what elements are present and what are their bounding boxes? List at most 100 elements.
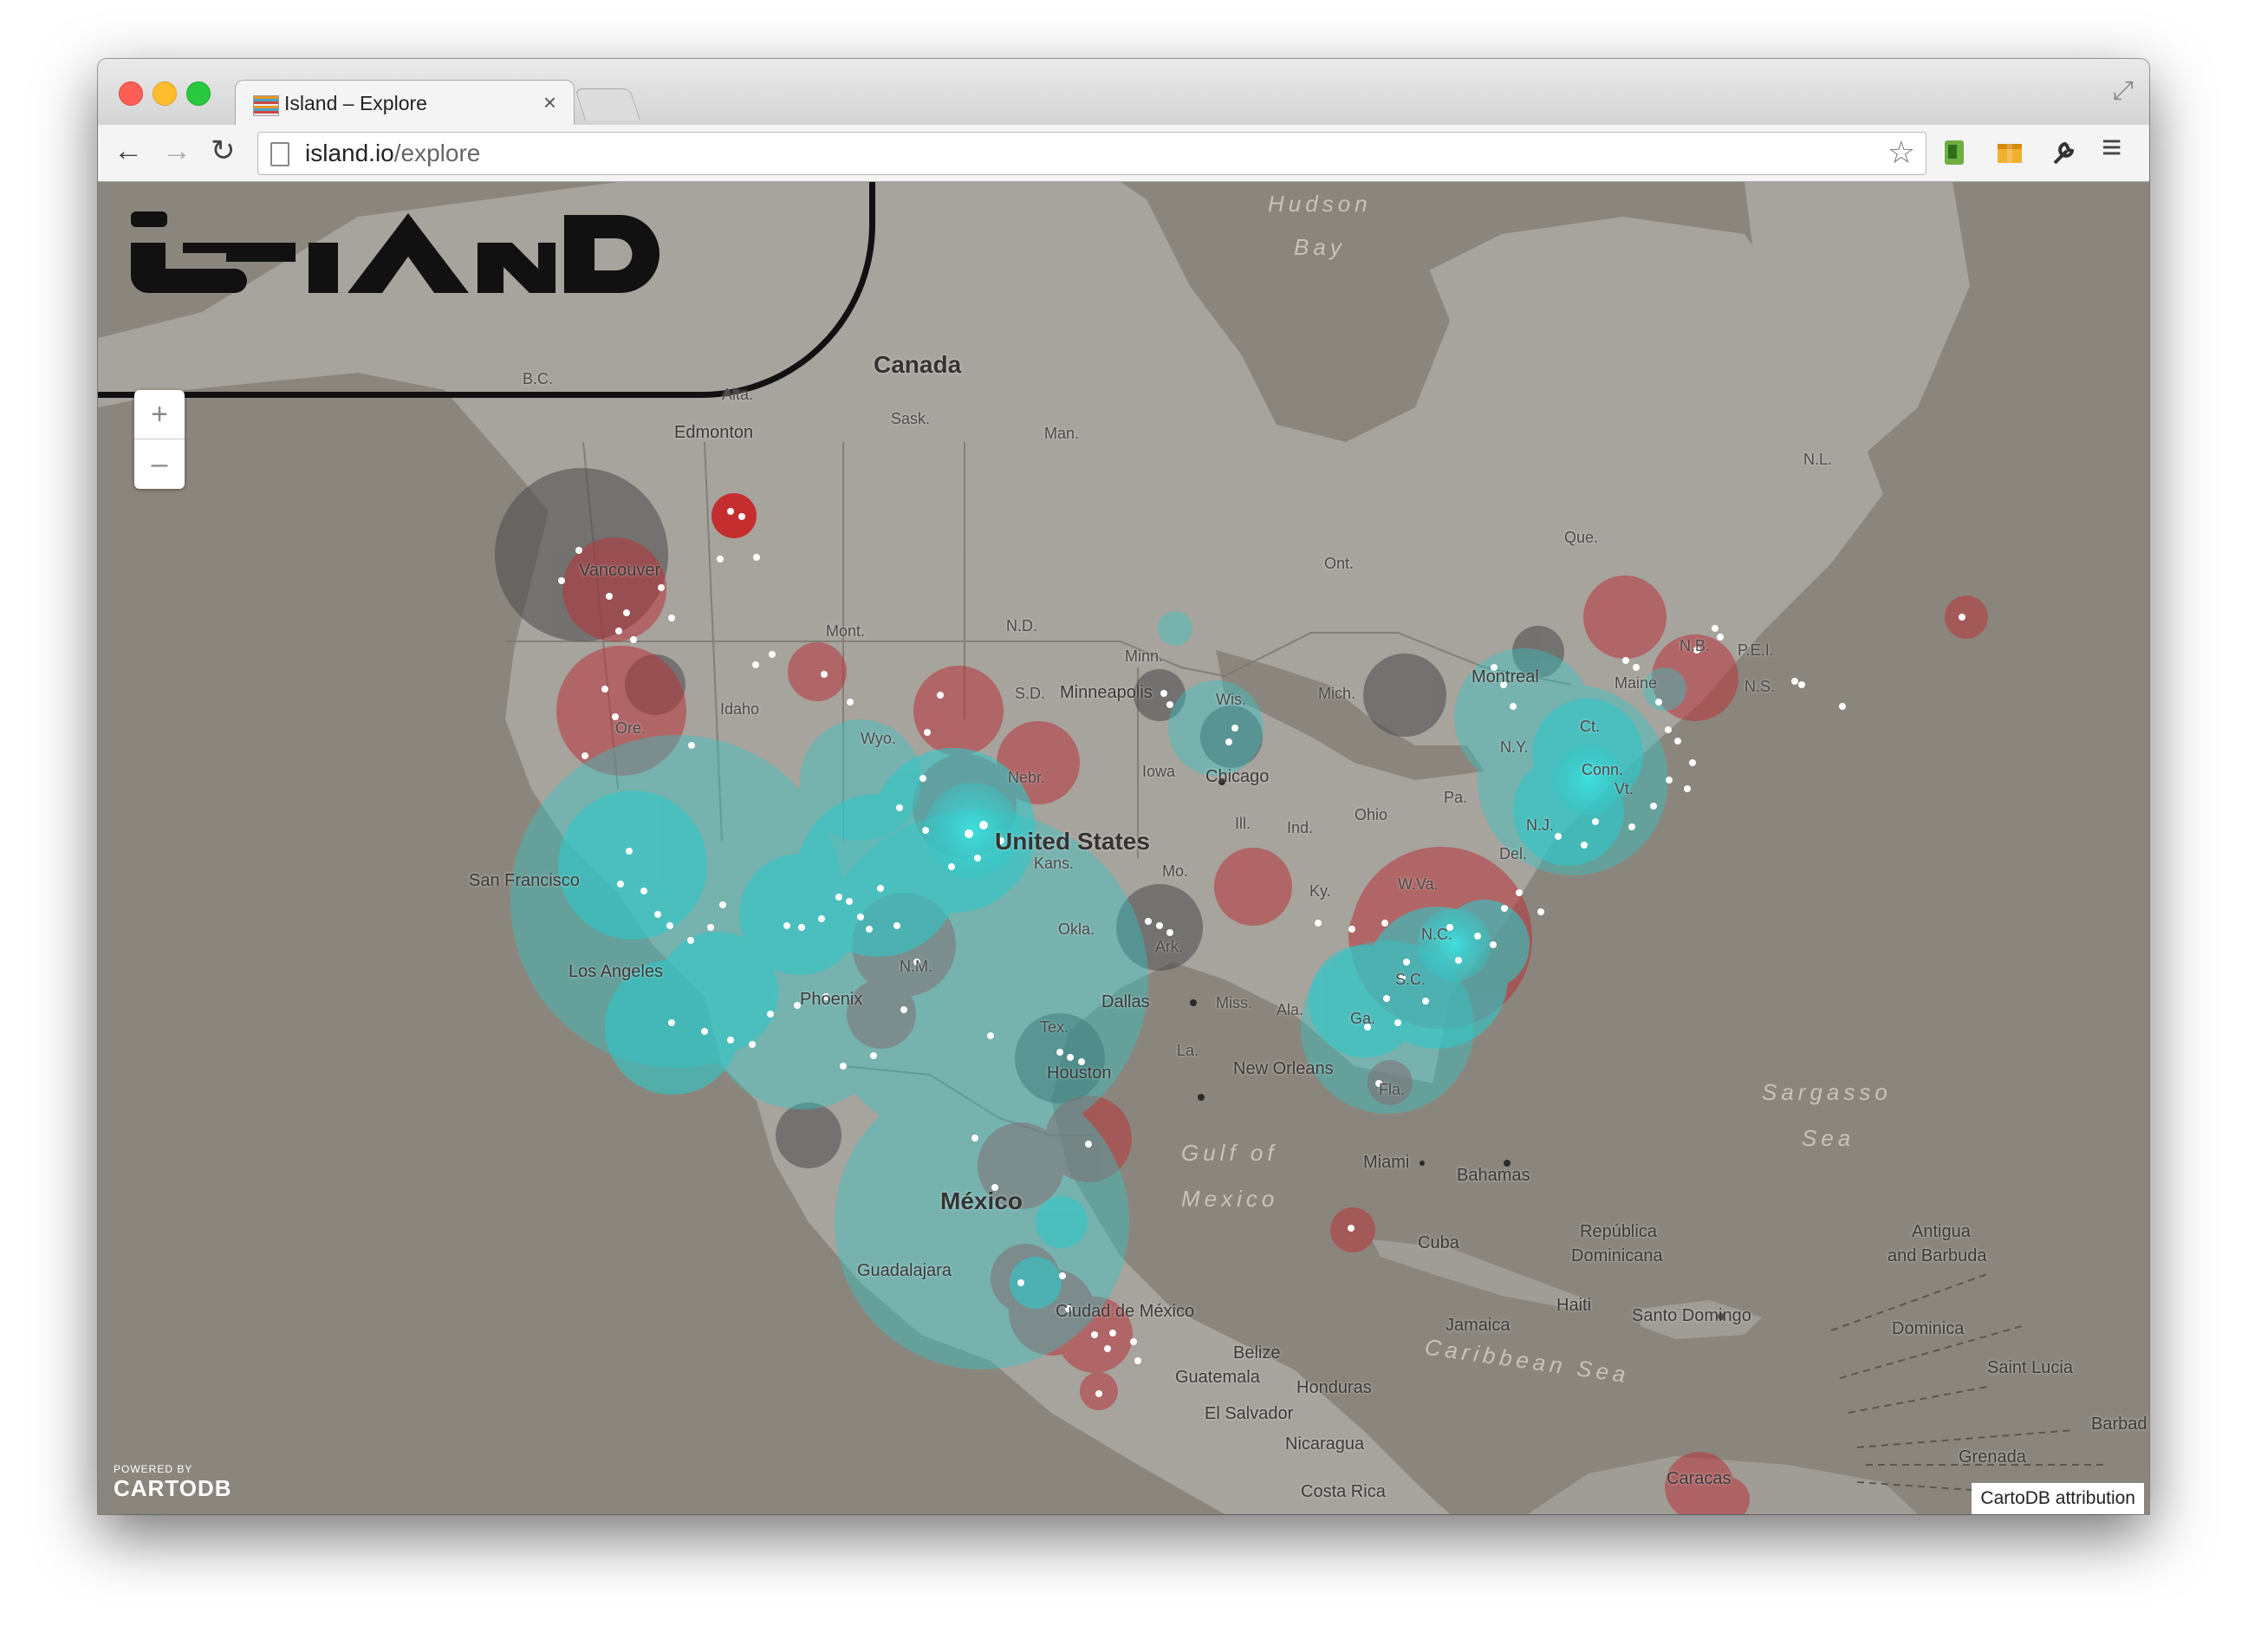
map-label: Mexico: [1181, 1186, 1279, 1212]
map-label: Que.: [1564, 529, 1599, 546]
map-label: Maine: [1615, 674, 1658, 692]
map-label-city: Edmonton: [674, 423, 754, 442]
map-label: N.D.: [1006, 617, 1037, 634]
wrench-icon[interactable]: [2048, 137, 2079, 168]
map-label: Mich.: [1318, 685, 1356, 702]
cartodb-logo[interactable]: POWERED BY CARTODB: [114, 1463, 232, 1502]
map-label-city: Phoenix: [800, 990, 863, 1009]
map-label-country: República: [1580, 1222, 1657, 1241]
map-label: Kans.: [1034, 855, 1075, 872]
map-label: Wyo.: [861, 730, 896, 747]
title-bar: Island – Explore × ⤢: [98, 59, 2149, 127]
map-label-country: Antigua: [1912, 1222, 1971, 1241]
zoom-control: + –: [134, 390, 185, 489]
map-label-city: Miami: [1363, 1153, 1410, 1172]
evernote-extension-icon[interactable]: [1939, 137, 1971, 168]
map-label: Vt.: [1615, 780, 1634, 797]
map-label-city: Montreal: [1472, 667, 1539, 686]
url-text: island.io/explore: [305, 140, 481, 166]
map-label: Idaho: [720, 700, 760, 718]
map-label: Ont.: [1324, 555, 1355, 572]
map-label-city: Ciudad de México: [1056, 1302, 1195, 1321]
map-label: N.J.: [1526, 816, 1555, 834]
page-icon: [270, 142, 289, 166]
map-label-country: Saint Lucia: [1987, 1358, 2073, 1377]
menu-icon[interactable]: ≡: [2102, 130, 2121, 165]
map-label-city: New Orleans: [1233, 1059, 1334, 1078]
zoom-out-button[interactable]: –: [134, 439, 185, 488]
map-label-country: Grenada: [1959, 1447, 2026, 1467]
map-label: N.L.: [1803, 451, 1833, 468]
map-label-city: Los Angeles: [568, 962, 663, 981]
browser-toolbar: ← → ↻ island.io/explore ☆ ≡: [98, 125, 2149, 182]
map-label: Okla.: [1058, 920, 1095, 938]
map-canvas[interactable]: + – Hudson Bay Canada United States Méxi…: [98, 182, 2149, 1514]
map-label: Sask.: [891, 410, 931, 427]
map-label-country: Dominica: [1892, 1319, 1965, 1338]
forward-button[interactable]: →: [162, 133, 192, 168]
map-label: Bay: [1294, 234, 1346, 260]
zoom-in-button[interactable]: +: [134, 390, 185, 439]
fullscreen-icon[interactable]: ⤢: [2113, 76, 2134, 106]
map-label: Gulf of: [1181, 1140, 1278, 1166]
map-label-country: El Salvador: [1205, 1404, 1294, 1423]
map-label: Sargasso: [1762, 1079, 1892, 1105]
map-label: Ga.: [1350, 1010, 1376, 1027]
browser-window: Island – Explore × ⤢ ← → ↻ island.io/exp…: [98, 59, 2149, 1514]
minimize-window-button[interactable]: [153, 81, 177, 106]
map-label: Ill.: [1235, 815, 1251, 832]
map-label: Ore.: [615, 719, 646, 737]
reload-button[interactable]: ↻: [211, 133, 236, 168]
map-label-country: Cuba: [1418, 1233, 1459, 1252]
map-label: Mo.: [1162, 862, 1189, 880]
map-label: S.C.: [1395, 971, 1426, 988]
map-label: N.M.: [900, 958, 932, 975]
map-label-city: Guadalajara: [857, 1261, 952, 1280]
map-label-country: Haiti: [1556, 1296, 1592, 1315]
map-label: Minn.: [1125, 647, 1164, 665]
map-label: Pa.: [1444, 789, 1468, 806]
tab-close-icon[interactable]: ×: [543, 89, 556, 116]
map-label-country: and Barbuda: [1887, 1246, 1987, 1265]
map-label-country: Guatemala: [1175, 1368, 1260, 1387]
map-label: W.Va.: [1398, 875, 1439, 893]
cartodb-wordmark: CARTODB: [114, 1475, 232, 1501]
tab-island-explore[interactable]: Island – Explore ×: [235, 80, 575, 127]
map-label: Hudson: [1268, 191, 1372, 217]
map-label: Conn.: [1582, 761, 1624, 778]
map-label: Ohio: [1355, 806, 1388, 823]
map-label: Del.: [1499, 845, 1528, 862]
map-label-city: Houston: [1047, 1063, 1112, 1083]
map-label: N.S.: [1744, 678, 1776, 695]
map-label-country: Jamaica: [1446, 1316, 1511, 1335]
map-label: Ark.: [1155, 938, 1184, 955]
map-label-country: United States: [995, 828, 1150, 855]
map-label-city: Minneapolis: [1060, 683, 1153, 702]
close-window-button[interactable]: [119, 81, 143, 106]
tab-title: Island – Explore: [284, 92, 427, 114]
map-label: Iowa: [1142, 763, 1176, 780]
map-label: Miss.: [1216, 994, 1252, 1011]
map-label-country: Barbad: [2091, 1415, 2147, 1434]
map-label: P.E.I.: [1738, 641, 1774, 659]
map-label: Ky.: [1309, 882, 1331, 900]
zoom-window-button[interactable]: [186, 81, 211, 106]
map-label-city: San Francisco: [469, 871, 580, 890]
address-bar[interactable]: island.io/explore ☆: [257, 132, 1926, 175]
map-label-country: Honduras: [1296, 1378, 1372, 1397]
map-label: B.C.: [523, 370, 554, 387]
map-label: Ct.: [1580, 718, 1601, 735]
package-extension-icon[interactable]: [1994, 137, 2025, 168]
favicon-icon: [253, 95, 279, 116]
map-label: La.: [1177, 1042, 1199, 1059]
map-label-city: Vancouver: [579, 561, 661, 580]
new-tab-button[interactable]: [574, 88, 641, 120]
map-label-country: Canada: [874, 351, 962, 378]
map-label: Mont.: [826, 622, 866, 640]
map-label: N.C.: [1421, 926, 1452, 943]
back-button[interactable]: ←: [114, 133, 143, 168]
map-label: Ind.: [1287, 819, 1314, 836]
attribution-button[interactable]: CartoDB attribution: [1972, 1483, 2144, 1514]
bookmark-star-icon[interactable]: ☆: [1887, 134, 1915, 171]
map-label-city: Caracas: [1667, 1469, 1731, 1488]
